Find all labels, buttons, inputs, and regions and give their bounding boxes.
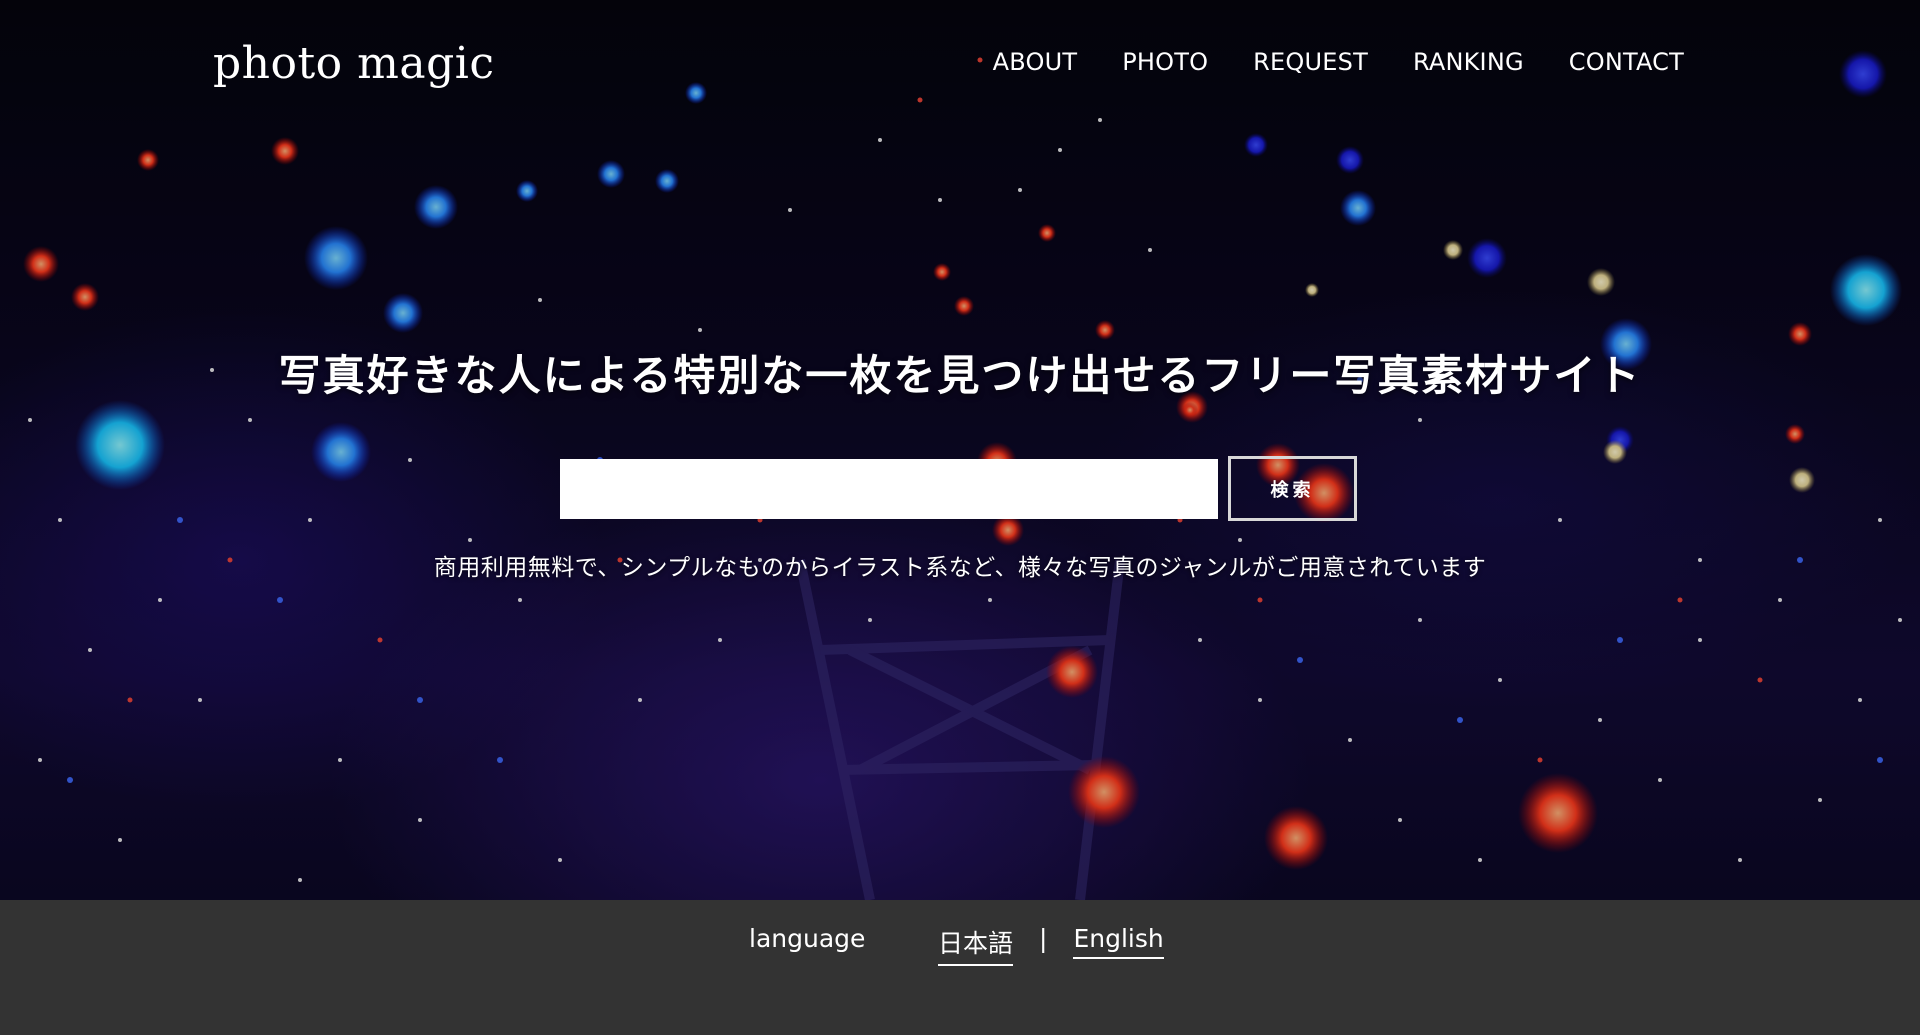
nav-item-request[interactable]: REQUEST <box>1253 48 1368 76</box>
language-link-english[interactable]: English <box>1073 924 1164 959</box>
search-input[interactable] <box>560 458 1218 519</box>
nav-item-ranking[interactable]: RANKING <box>1413 48 1524 76</box>
main-nav: ABOUT PHOTO REQUEST RANKING CONTACT <box>993 48 1684 76</box>
footer: language 日本語 | English <box>0 900 1920 1035</box>
language-label: language <box>749 924 866 953</box>
hero-overlay <box>0 0 1920 900</box>
search-button[interactable]: 検索 <box>1228 456 1357 521</box>
nav-item-about[interactable]: ABOUT <box>993 48 1078 76</box>
language-link-japanese[interactable]: 日本語 <box>938 924 1014 966</box>
language-separator: | <box>1039 924 1048 953</box>
language-switcher: 日本語 | English <box>938 924 1164 966</box>
nav-item-contact[interactable]: CONTACT <box>1569 48 1684 76</box>
site-logo[interactable]: photo magic <box>213 38 495 89</box>
hero-section <box>0 0 1920 900</box>
nav-item-photo[interactable]: PHOTO <box>1122 48 1208 76</box>
hero-tagline: 写真好きな人による特別な一枚を見つけ出せるフリー写真素材サイト <box>278 351 1642 400</box>
hero-description: 商用利用無料で、シンプルなものからイラスト系など、様々な写真のジャンルがご用意さ… <box>433 555 1487 581</box>
search-form: 検索 <box>560 456 1357 521</box>
